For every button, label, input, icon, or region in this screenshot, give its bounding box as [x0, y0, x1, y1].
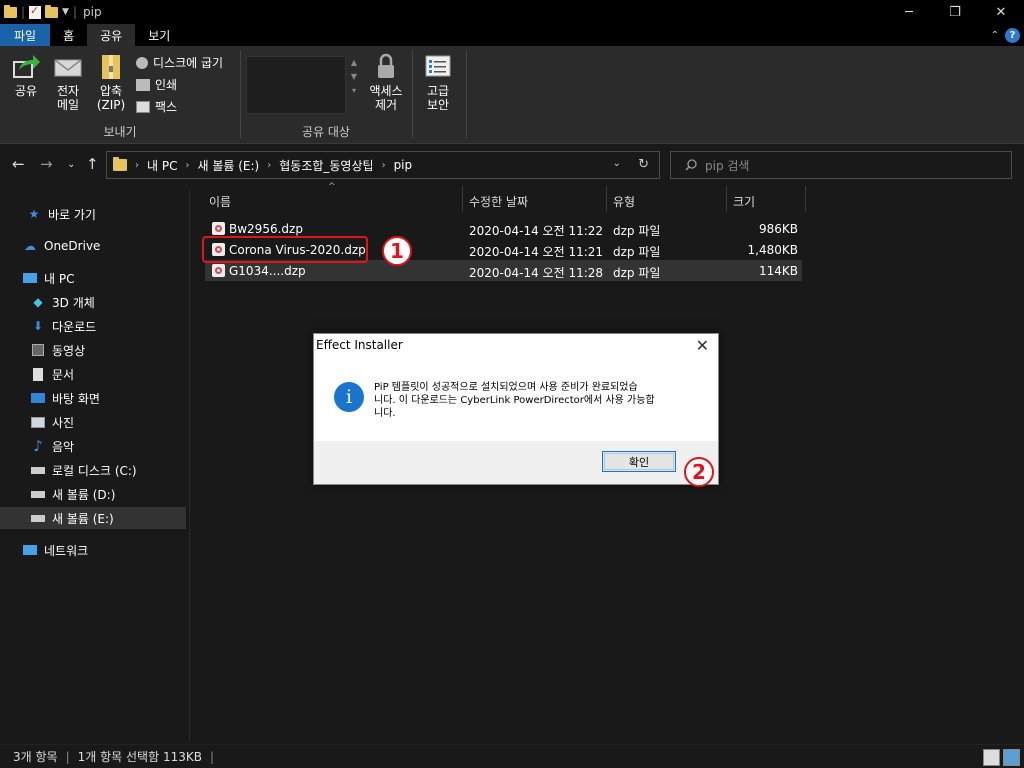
tab-view[interactable]: 보기 — [135, 24, 183, 46]
music-note-icon: ♪ — [33, 437, 43, 455]
dialog-close-button[interactable]: ✕ — [696, 336, 709, 355]
folder-icon — [113, 157, 127, 171]
nav-documents[interactable]: 문서 — [0, 363, 186, 385]
ok-button[interactable]: 확인 — [602, 451, 676, 472]
folder-icon[interactable] — [4, 4, 17, 18]
address-bar[interactable]: › 내 PC › 새 볼륨 (E:) › 협동조합_동영상팁 › pip ⌄ ↻ — [106, 151, 660, 179]
ribbon-tabs: 파일 홈 공유 보기 ⌃ ? — [0, 24, 1024, 46]
window-controls: ─ ❐ ✕ — [886, 0, 1024, 24]
nav-drive-d[interactable]: 새 볼륨 (D:) — [0, 483, 186, 505]
details-view-icon[interactable] — [983, 749, 1000, 766]
dialog-footer: 확인 — [314, 441, 718, 484]
nav-3d-objects[interactable]: ◆ 3D 개체 — [0, 291, 186, 313]
tab-file[interactable]: 파일 — [0, 24, 51, 46]
window-title: pip — [83, 5, 102, 19]
cube-icon: ◆ — [33, 295, 43, 309]
breadcrumb-pip[interactable]: pip — [394, 158, 413, 172]
nav-downloads[interactable]: ⬇ 다운로드 — [0, 315, 186, 337]
nav-drive-c[interactable]: 로컬 디스크 (C:) — [0, 459, 186, 481]
tab-share[interactable]: 공유 — [87, 24, 136, 46]
nav-music[interactable]: ♪ 음악 — [0, 435, 186, 457]
large-icons-view-icon[interactable] — [1003, 749, 1020, 766]
share-with-group: 공유 대상 — [302, 125, 350, 139]
quick-access-toolbar: | ▼ | — [0, 0, 77, 24]
forward-arrow-icon[interactable]: → — [40, 155, 53, 173]
navigation-bar: ← → ⌄ ↑ › 내 PC › 새 볼륨 (E:) › 협동조합_동영상팁 ›… — [0, 147, 1024, 183]
info-icon: i — [334, 382, 364, 412]
recent-locations-icon[interactable]: ⌄ — [67, 159, 75, 170]
properties-icon[interactable] — [29, 4, 42, 19]
star-icon: ★ — [28, 207, 40, 221]
nav-this-pc[interactable]: 내 PC — [0, 267, 186, 289]
close-button[interactable]: ✕ — [978, 0, 1024, 24]
download-icon: ⬇ — [32, 319, 44, 333]
desktop-icon — [30, 391, 46, 405]
picture-icon — [30, 415, 46, 429]
effect-installer-dialog: Effect Installer ✕ i PiP 템플릿이 성공적으로 설치되었… — [313, 333, 719, 485]
new-folder-icon[interactable] — [45, 4, 59, 18]
drive-icon — [30, 511, 46, 525]
column-header-size[interactable]: 크기 — [733, 190, 755, 212]
maximize-button[interactable]: ❐ — [932, 0, 978, 24]
cloud-icon: ☁ — [24, 239, 36, 253]
ribbon: 공유 전자 메일 압축 (ZIP) 디스크에 굽기 인쇄 팩스 보내기 ▲▼ — [0, 46, 1024, 144]
tab-home[interactable]: 홈 — [50, 24, 87, 46]
collapse-ribbon-icon[interactable]: ⌃ — [991, 30, 999, 41]
step-marker-2: 2 — [684, 457, 714, 487]
nav-videos[interactable]: 동영상 — [0, 339, 186, 361]
network-icon — [22, 543, 38, 557]
minimize-button[interactable]: ─ — [886, 0, 932, 24]
up-arrow-icon[interactable]: ↑ — [86, 155, 99, 173]
breadcrumb-this-pc[interactable]: 내 PC — [147, 157, 177, 174]
search-input[interactable]: pip 검색 — [705, 157, 749, 174]
sort-ascending-icon: ^ — [328, 182, 336, 192]
nav-onedrive[interactable]: ☁ OneDrive — [0, 235, 186, 257]
search-box[interactable]: pip 검색 — [670, 151, 1012, 179]
navigation-pane: ★ 바로 가기 ☁ OneDrive 내 PC ◆ 3D 개체 ⬇ 다운로드 동… — [0, 190, 190, 742]
dialog-message: PiP 템플릿이 성공적으로 설치되었으며 사용 준비가 완료되었습 니다. 이… — [374, 382, 655, 419]
video-icon — [30, 343, 46, 357]
selection-info: 1개 항목 선택함 113KB — [77, 750, 202, 764]
search-icon — [685, 159, 697, 171]
column-header-type[interactable]: 유형 — [613, 190, 635, 212]
item-count: 3개 항목 — [13, 750, 58, 764]
document-icon — [30, 367, 46, 381]
dzp-file-icon — [212, 264, 225, 277]
status-bar: 3개 항목 | 1개 항목 선택함 113KB | — [0, 744, 1024, 768]
dialog-title: Effect Installer — [316, 338, 403, 352]
highlight-box — [202, 236, 368, 263]
customize-toolbar-icon[interactable]: ▼ — [62, 7, 69, 17]
file-row-selected[interactable]: G1034....dzp 2020-04-14 오전 11:28 dzp 파일 … — [205, 260, 802, 281]
nav-pictures[interactable]: 사진 — [0, 411, 186, 433]
nav-drive-e[interactable]: 새 볼륨 (E:) — [0, 507, 186, 529]
column-header-date[interactable]: 수정한 날짜 — [469, 190, 528, 212]
breadcrumb-folder[interactable]: 협동조합_동영상팁 — [279, 157, 373, 174]
nav-quick-access[interactable]: ★ 바로 가기 — [0, 203, 186, 225]
computer-icon — [22, 271, 38, 285]
drive-icon — [30, 487, 46, 501]
step-marker-1: 1 — [382, 236, 412, 266]
dzp-file-icon — [212, 222, 225, 235]
address-dropdown-icon[interactable]: ⌄ — [613, 158, 621, 169]
advanced-security-button[interactable]: 고급 보안 — [420, 52, 456, 112]
security-icon — [425, 55, 451, 77]
nav-network[interactable]: 네트워크 — [0, 539, 186, 561]
column-header-name[interactable]: 이름 — [209, 190, 231, 212]
breadcrumb-volume-e[interactable]: 새 볼륨 (E:) — [197, 157, 259, 174]
back-arrow-icon[interactable]: ← — [12, 155, 25, 173]
send-group: 보내기 — [103, 125, 137, 139]
refresh-icon[interactable]: ↻ — [638, 157, 649, 172]
help-icon[interactable]: ? — [1005, 27, 1020, 43]
title-bar: | ▼ | pip ─ ❐ ✕ — [0, 0, 1024, 24]
drive-icon — [30, 463, 46, 477]
nav-desktop[interactable]: 바탕 화면 — [0, 387, 186, 409]
